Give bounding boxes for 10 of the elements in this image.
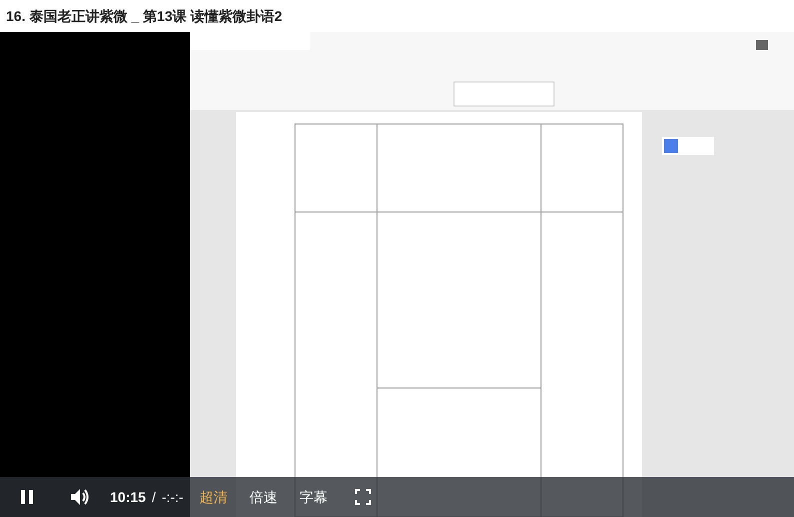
duration: -:-:- xyxy=(162,488,184,506)
video-title: 16. 泰国老正讲紫微 _ 第13课 读懂紫微卦语2 xyxy=(6,6,282,26)
volume-icon[interactable] xyxy=(70,488,90,506)
pause-icon[interactable] xyxy=(20,489,34,505)
time-separator: / xyxy=(152,488,156,506)
subtitles-button[interactable]: 字幕 xyxy=(299,486,328,508)
fullscreen-icon[interactable] xyxy=(355,489,372,505)
speed-button[interactable]: 倍速 xyxy=(249,486,278,508)
current-time: 10:15 xyxy=(110,488,146,506)
quality-button[interactable]: 超清 xyxy=(199,486,228,508)
